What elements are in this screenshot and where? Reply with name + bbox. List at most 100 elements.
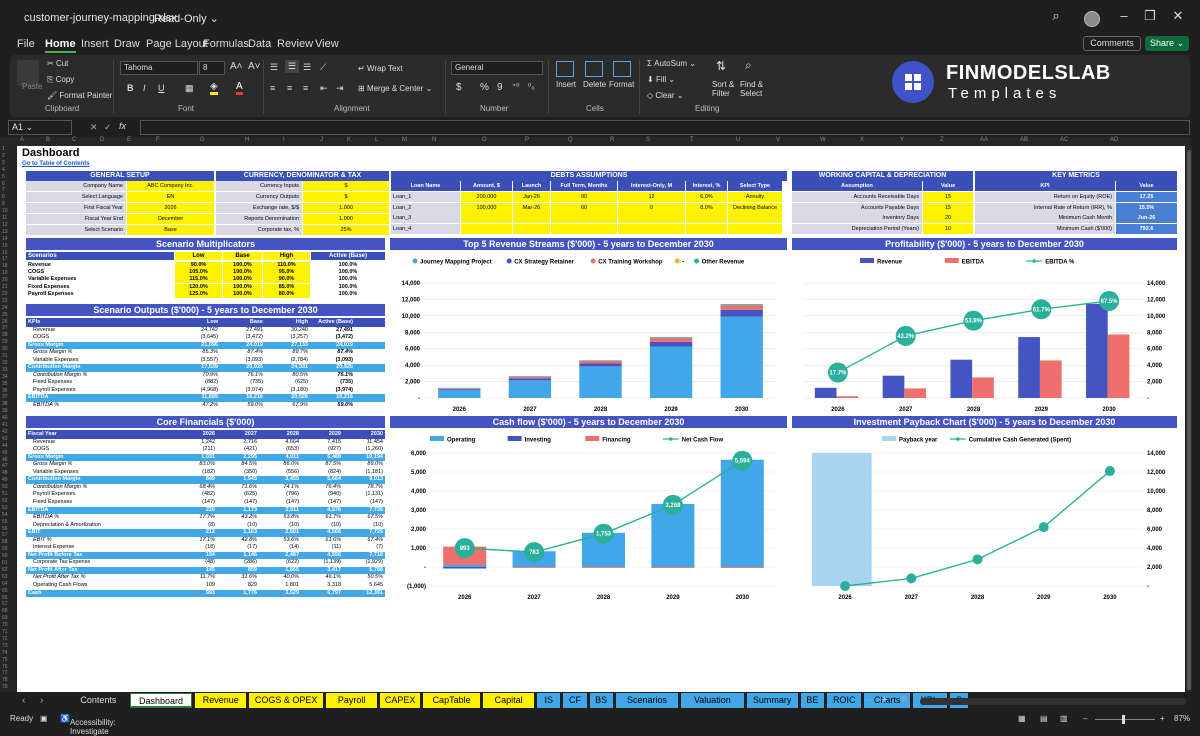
column-header-aa[interactable]: AA [980,137,988,143]
row-header[interactable]: 12 [2,222,8,228]
row-header[interactable]: 75 [2,657,8,663]
setting-value[interactable]: 25% [303,225,389,235]
name-box[interactable]: A1 ⌄ [8,120,72,135]
setting-value[interactable]: EN [127,192,214,202]
fill-color-icon[interactable]: ◈ [210,81,218,95]
scenario-cell[interactable]: 100.0% [223,284,262,291]
column-header-d[interactable]: D [100,137,104,143]
row-header[interactable]: 52 [2,498,8,504]
row-header[interactable]: 3 [2,160,5,166]
row-header[interactable]: 32 [2,360,8,366]
delete-button[interactable]: Delete [583,80,606,89]
row-header[interactable]: 7 [2,187,5,193]
sheet-menu-icon[interactable]: ≡ [901,694,907,705]
setting-value[interactable]: 1.000 [303,203,389,213]
column-header-n[interactable]: N [432,137,436,143]
row-header[interactable]: 70 [2,622,8,628]
scrollbar-thumb[interactable] [1187,150,1191,690]
row-header[interactable]: 20 [2,277,8,283]
setting-value[interactable]: Base [127,225,214,235]
row-header[interactable]: 71 [2,629,8,635]
row-header[interactable]: 37 [2,394,8,400]
insert-button[interactable]: Insert [556,80,576,89]
row-header[interactable]: 26 [2,319,8,325]
row-header[interactable]: 29 [2,339,8,345]
menu-file[interactable]: File [17,38,35,50]
align-center-icon[interactable]: ≡ [287,83,292,93]
row-header[interactable]: 49 [2,477,8,483]
row-header[interactable]: 42 [2,429,8,435]
minimize-icon[interactable]: – [1114,8,1134,28]
cut-button[interactable]: ✂ Cut [47,59,68,68]
sort-filter-icon[interactable]: ⇅ [716,59,726,73]
column-header-e[interactable]: E [127,137,131,143]
row-header[interactable]: 9 [2,201,5,207]
row-header[interactable]: 36 [2,388,8,394]
formula-input[interactable] [140,120,1190,135]
row-header[interactable]: 61 [2,560,8,566]
row-header[interactable]: 30 [2,346,8,352]
tab-payroll[interactable]: Payroll [326,693,377,708]
row-header[interactable]: 65 [2,588,8,594]
row-header[interactable]: 51 [2,491,8,497]
column-header-w[interactable]: W [820,137,826,143]
format-button[interactable]: Format [609,80,634,89]
avatar[interactable] [1084,11,1100,27]
zoom-slider[interactable] [1095,719,1155,720]
scenario-cell[interactable]: 95.0% [263,269,310,276]
scenario-cell[interactable]: 90.0% [263,276,310,283]
debts-cell[interactable] [728,213,782,223]
column-header-l[interactable]: L [375,137,378,143]
page-layout-icon[interactable]: ▤ [1040,714,1048,723]
debts-cell[interactable]: 90 [551,192,617,202]
scenario-cell[interactable]: 125.0% [175,291,222,298]
row-header[interactable]: 34 [2,374,8,380]
scenario-cell[interactable]: 120.0% [175,284,222,291]
row-header[interactable]: 39 [2,408,8,414]
tab-roic[interactable]: ROIC [827,693,861,708]
row-header[interactable]: 44 [2,443,8,449]
underline-button[interactable]: U [158,83,165,93]
setting-value[interactable]: December [127,214,214,224]
row-header[interactable]: 31 [2,353,8,359]
comments-button[interactable]: Comments [1083,36,1141,51]
find-select-icon[interactable]: ⌕ [745,58,752,73]
delete-icon[interactable] [585,61,603,77]
macro-icon[interactable]: ▣ [40,714,48,723]
row-header[interactable]: 68 [2,608,8,614]
menu-insert[interactable]: Insert [81,38,109,50]
row-header[interactable]: 59 [2,546,8,552]
scenario-cell[interactable]: 100.0% [223,276,262,283]
debts-cell[interactable]: Jan-26 [513,192,550,202]
autosum-button[interactable]: Σ AutoSum ⌄ [647,59,696,68]
debts-cell[interactable] [618,224,685,234]
debts-cell[interactable] [513,213,550,223]
row-header[interactable]: 54 [2,512,8,518]
row-header[interactable]: 38 [2,401,8,407]
row-header[interactable]: 69 [2,615,8,621]
tab-summary[interactable]: Summary [747,693,798,708]
row-header[interactable]: 73 [2,643,8,649]
row-header[interactable]: 46 [2,457,8,463]
debts-cell[interactable] [686,213,727,223]
row-header[interactable]: 27 [2,325,8,331]
row-header[interactable]: 28 [2,332,8,338]
zoom-slider-thumb[interactable] [1122,715,1125,724]
tab-next-icon[interactable]: › [40,695,43,706]
column-header-h[interactable]: H [245,137,249,143]
tab-revenue[interactable]: Revenue [195,693,246,708]
debts-cell[interactable]: 60 [551,203,617,213]
row-header[interactable]: 60 [2,553,8,559]
debts-cell[interactable]: 8.0% [686,203,727,213]
column-header-q[interactable]: Q [568,137,573,143]
format-painter-button[interactable]: 🖌 Format Painter [47,91,112,100]
toc-link[interactable]: Go to Table of Contents [22,161,90,167]
debts-cell[interactable]: 12 [618,192,685,202]
row-header[interactable]: 56 [2,526,8,532]
tab-scenarios[interactable]: Scenarios [616,693,678,708]
setting-value[interactable]: $ [303,181,389,191]
debts-cell[interactable] [618,213,685,223]
row-header[interactable]: 78 [2,677,8,683]
row-header[interactable]: 13 [2,229,8,235]
row-header[interactable]: 23 [2,298,8,304]
